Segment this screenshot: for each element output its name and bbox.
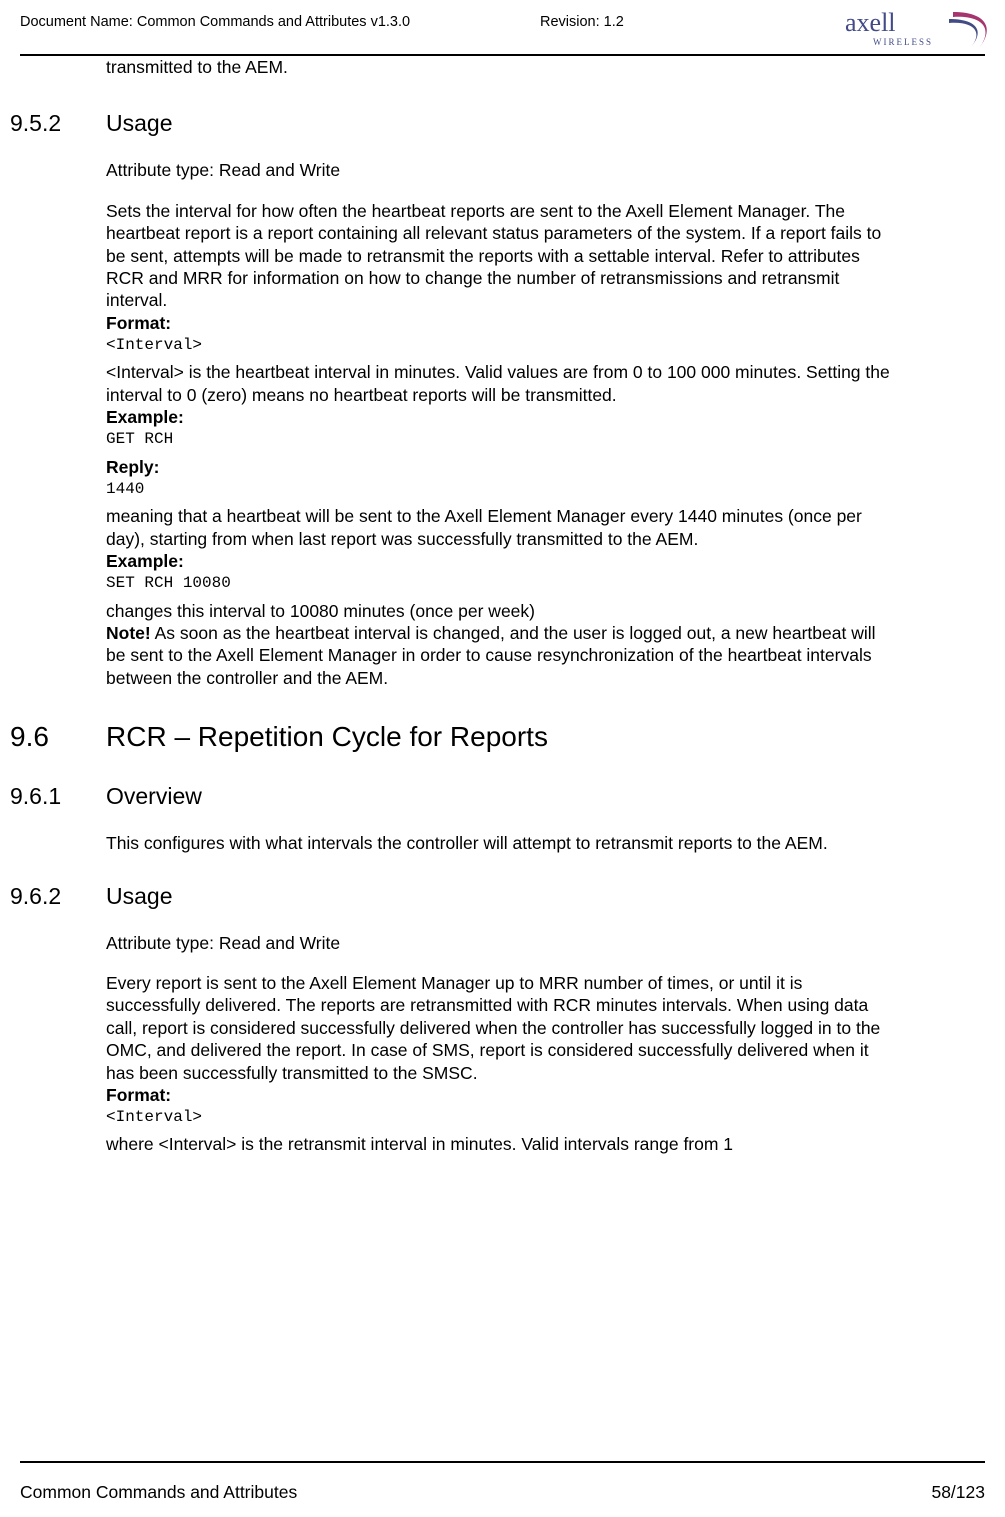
page-content: transmitted to the AEM. 9.5.2 Usage Attr… [106,56,898,1174]
note-paragraph: Note! As soon as the heartbeat interval … [106,622,898,689]
heading-9-6-2: 9.6.2 Usage [10,883,898,910]
example-label: Example: [106,406,898,428]
code-example: GET RCH [106,430,898,449]
paragraph: changes this interval to 10080 minutes (… [106,600,898,622]
heading-title: Overview [106,783,202,810]
continued-paragraph: transmitted to the AEM. [106,56,898,78]
code-format: <Interval> [106,336,898,355]
logo-swirl-icon [949,12,987,47]
heading-number: 9.6.2 [10,883,106,910]
heading-9-6-1: 9.6.1 Overview [10,783,898,810]
heading-number: 9.5.2 [10,110,106,137]
heading-title: RCR – Repetition Cycle for Reports [106,721,548,753]
format-label: Format: [106,1084,898,1106]
code-example: SET RCH 10080 [106,574,898,593]
note-label: Note! [106,623,151,643]
note-text: As soon as the heartbeat interval is cha… [106,623,876,688]
document-name: Document Name: Common Commands and Attri… [20,14,410,30]
revision: Revision: 1.2 [540,14,624,30]
logo-brand-text: axell [845,8,896,37]
heading-title: Usage [106,110,172,137]
paragraph: Sets the interval for how often the hear… [106,200,898,312]
example-label: Example: [106,550,898,572]
code-format: <Interval> [106,1108,898,1127]
paragraph: <Interval> is the heartbeat interval in … [106,361,898,406]
footer-page-number: 58/123 [931,1482,985,1503]
footer-title: Common Commands and Attributes [20,1482,297,1503]
paragraph: Every report is sent to the Axell Elemen… [106,972,898,1084]
logo-sub-text: WIRELESS [873,37,933,47]
heading-number: 9.6.1 [10,783,106,810]
paragraph: where <Interval> is the retransmit inter… [106,1133,898,1155]
reply-label: Reply: [106,456,898,478]
heading-title: Usage [106,883,172,910]
footer-rule [20,1461,985,1463]
axell-wireless-logo: axell WIRELESS [845,7,995,52]
heading-9-6: 9.6 RCR – Repetition Cycle for Reports [10,721,898,753]
attribute-type: Attribute type: Read and Write [106,159,898,181]
attribute-type: Attribute type: Read and Write [106,932,898,954]
paragraph: meaning that a heartbeat will be sent to… [106,505,898,550]
code-reply: 1440 [106,480,898,499]
format-label: Format: [106,312,898,334]
paragraph: This configures with what intervals the … [106,832,898,854]
heading-number: 9.6 [10,721,106,753]
heading-9-5-2: 9.5.2 Usage [10,110,898,137]
